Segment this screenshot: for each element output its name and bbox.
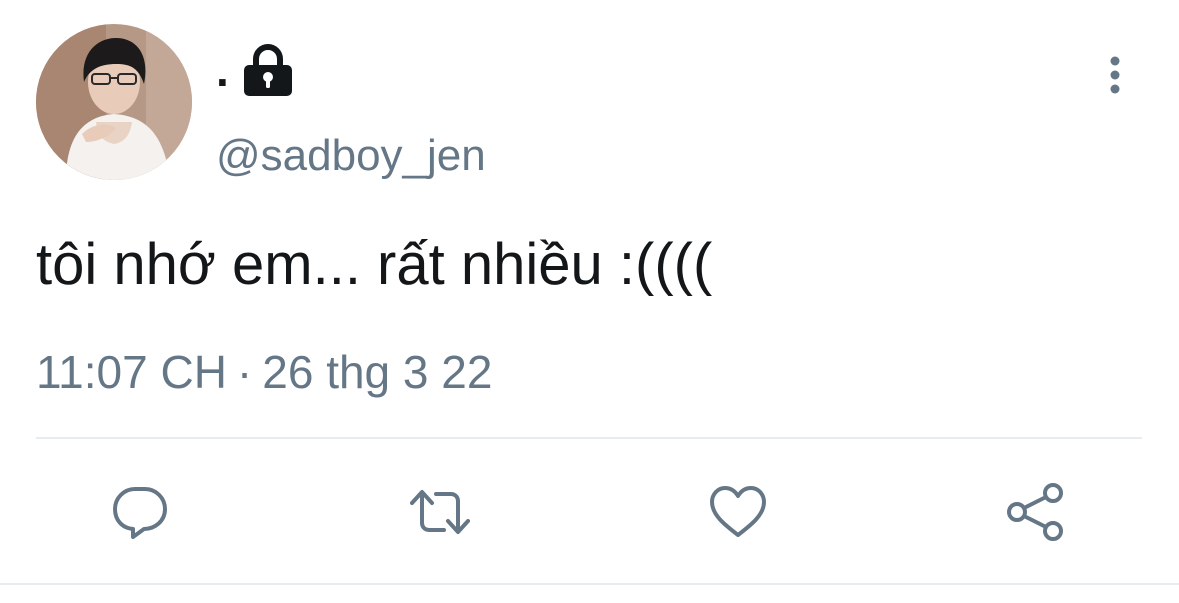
reply-button[interactable] — [110, 482, 170, 542]
display-name[interactable]: . — [216, 40, 293, 100]
avatar[interactable] — [36, 24, 192, 180]
like-icon — [709, 485, 767, 539]
reply-icon — [111, 483, 169, 541]
tweet-timestamp[interactable]: 11:07 CH · 26 thg 3 22 — [36, 344, 492, 400]
tweet-date: 26 thg 3 22 — [262, 346, 493, 398]
retweet-button[interactable] — [410, 482, 470, 542]
retweet-icon — [408, 483, 472, 541]
meta-separator: · — [236, 346, 253, 398]
display-name-text: . — [216, 44, 229, 96]
tweet-text: tôi nhớ em... rất nhiều :(((( — [36, 232, 713, 297]
avatar-image — [36, 24, 192, 180]
like-button[interactable] — [708, 482, 768, 542]
tweet-time: 11:07 CH — [36, 346, 227, 398]
user-handle[interactable]: @sadboy_jen — [216, 128, 486, 184]
bottom-divider — [0, 583, 1179, 585]
share-button[interactable] — [1006, 482, 1066, 542]
divider — [36, 437, 1142, 439]
share-icon — [1006, 482, 1066, 542]
more-options-icon[interactable] — [1098, 54, 1132, 98]
lock-icon — [243, 43, 293, 97]
